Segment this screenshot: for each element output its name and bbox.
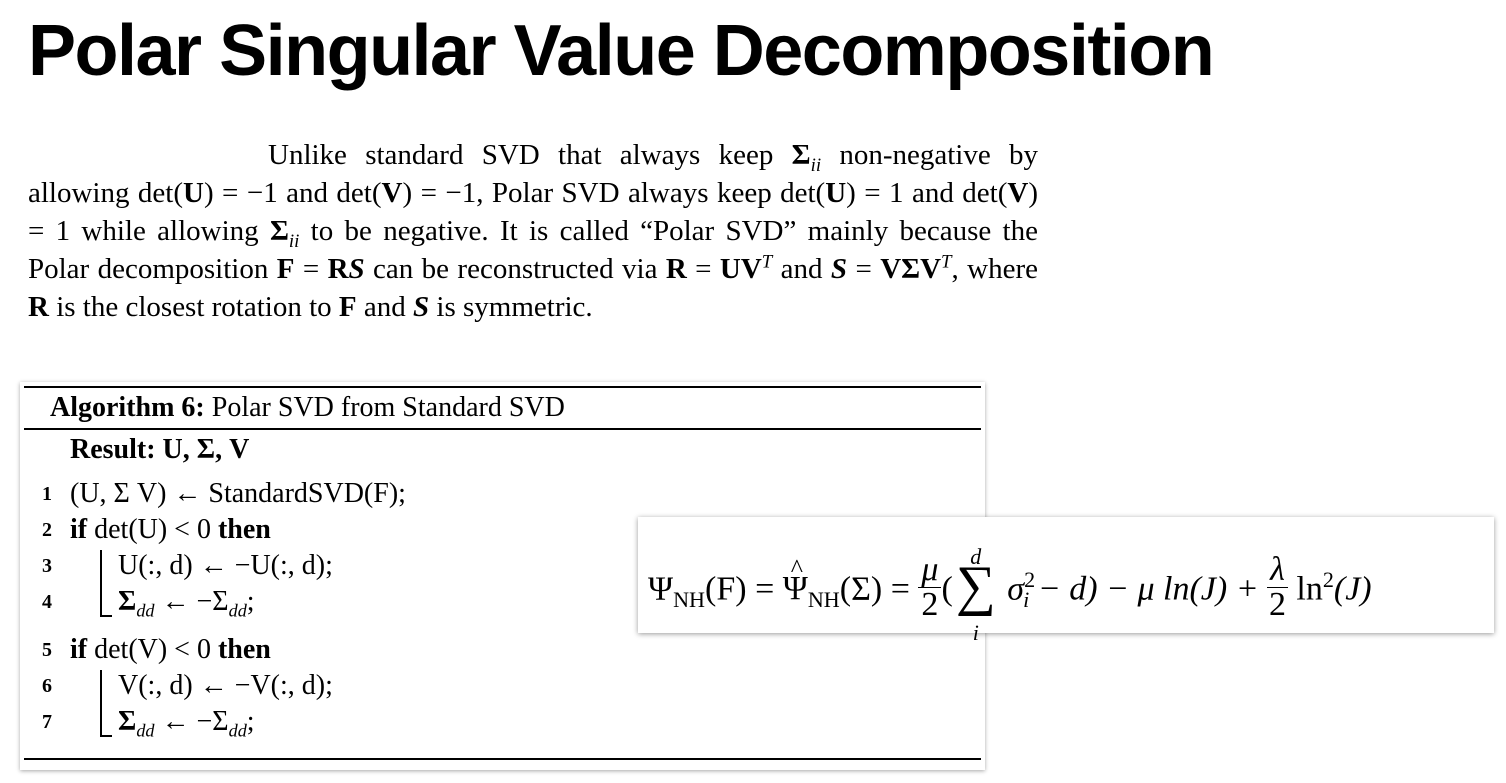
algorithm-bottom-rule [24, 758, 981, 760]
block-bar-2 [100, 670, 102, 736]
energy-formula: ΨNH(F) = ^ ΨNH(Σ) = μ 2(d ∑ i σ2i − d) − μ l… [648, 543, 1372, 645]
block-hook-1 [100, 615, 112, 617]
page-title: Polar Singular Value Decomposition [28, 11, 1215, 91]
algorithm-header-rule [24, 428, 981, 430]
algorithm-result: Result: U, Σ, V [70, 434, 250, 465]
energy-formula-box: ΨNH(F) = ^ ΨNH(Σ) = μ 2(d ∑ i σ2i − d) − μ l… [638, 517, 1494, 645]
block-bar-1 [100, 550, 102, 616]
description-paragraph: Unlike standard SVD that always keep Σii… [28, 139, 1039, 323]
block-hook-2 [100, 735, 112, 737]
algorithm-header: Algorithm 6: Polar SVD from Standard SVD [50, 392, 565, 423]
algorithm-top-rule [24, 386, 981, 388]
